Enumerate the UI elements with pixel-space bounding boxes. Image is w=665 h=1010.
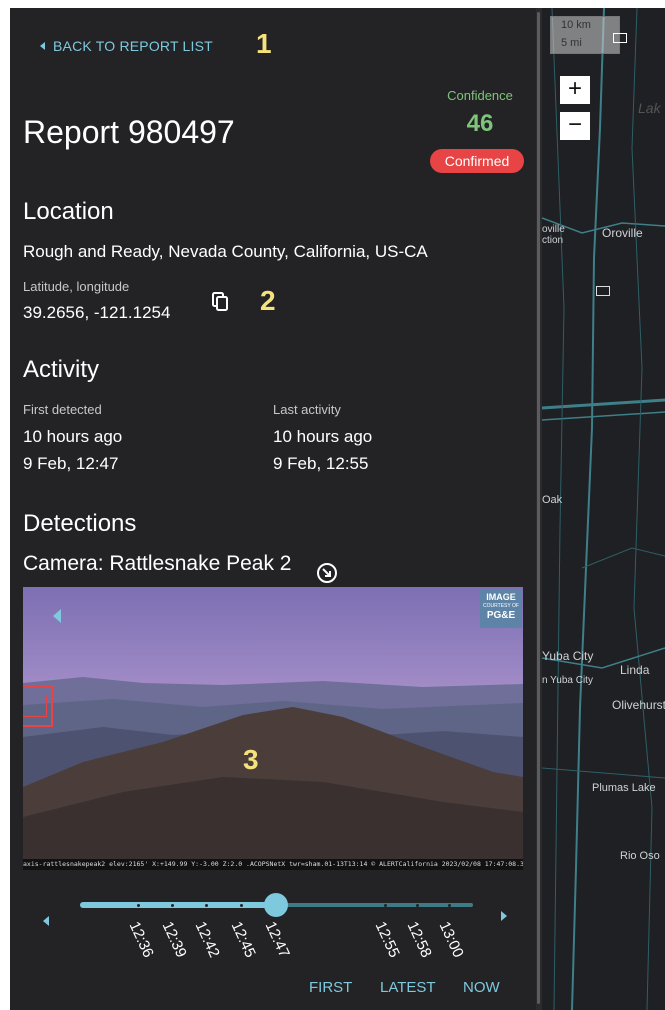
status-badge: Confirmed bbox=[430, 149, 524, 173]
first-detected-relative: 10 hours ago bbox=[23, 427, 123, 446]
pge-watermark: IMAGE COURTESY OF PG&E bbox=[480, 590, 522, 628]
first-detected-label: First detected bbox=[23, 402, 102, 417]
detection-camera-image[interactable]: IMAGE COURTESY OF PG&E axis-rattlesnakep… bbox=[23, 587, 523, 870]
timeline-label[interactable]: 12:55 bbox=[372, 919, 403, 960]
timeline-label[interactable]: 12:45 bbox=[228, 919, 259, 960]
timeline-first-button[interactable]: FIRST bbox=[309, 979, 352, 996]
map-label-rio-oso: Rio Oso bbox=[620, 850, 660, 862]
location-place: Rough and Ready, Nevada County, Californ… bbox=[23, 242, 428, 261]
map-scale: 10 km 5 mi bbox=[550, 16, 627, 54]
timeline-fill bbox=[80, 902, 275, 908]
location-heading: Location bbox=[23, 198, 114, 225]
map-label-lake: Lak bbox=[638, 100, 661, 116]
camera-marker-icon bbox=[613, 33, 627, 43]
timeline-tick bbox=[416, 904, 419, 907]
map-scale-km: 10 km bbox=[561, 19, 591, 31]
confidence-label: Confidence bbox=[447, 88, 513, 103]
timeline-label[interactable]: 12:47 bbox=[262, 919, 293, 960]
back-to-report-list-link[interactable]: BACK TO REPORT LIST bbox=[40, 38, 213, 54]
confidence-value: 46 bbox=[466, 110, 494, 137]
coords-value: 39.2656, -121.1254 bbox=[23, 303, 171, 322]
image-caption: axis-rattlesnakepeak2 elev:2165' X:+149.… bbox=[23, 859, 523, 870]
map-label-oroville: Oroville bbox=[602, 226, 643, 240]
last-activity-label: Last activity bbox=[273, 402, 341, 417]
map-view[interactable]: 10 km 5 mi + − Lak Oroville oville ction… bbox=[542, 8, 665, 1010]
timeline-label[interactable]: 12:36 bbox=[126, 919, 157, 960]
timeline-tick bbox=[384, 904, 387, 907]
timeline-label[interactable]: 12:42 bbox=[192, 919, 223, 960]
timeline-now-button[interactable]: NOW bbox=[463, 979, 500, 996]
zoom-out-button[interactable]: − bbox=[560, 112, 590, 140]
back-label: BACK TO REPORT LIST bbox=[53, 38, 213, 54]
map-label-oak: Oak bbox=[542, 494, 563, 506]
timeline-label[interactable]: 12:39 bbox=[159, 919, 190, 960]
detection-box-inner bbox=[23, 695, 47, 717]
chevron-left-icon bbox=[40, 42, 45, 50]
timeline-tick bbox=[448, 904, 451, 907]
timeline-tick bbox=[205, 904, 208, 907]
copy-icon[interactable] bbox=[210, 291, 230, 311]
annotation-marker-1: 1 bbox=[256, 28, 272, 59]
map-label-oroville-partial: oville bbox=[542, 224, 565, 235]
annotation-marker-2: 2 bbox=[260, 285, 276, 316]
map-label-plumas-lake: Plumas Lake bbox=[592, 782, 656, 794]
first-detected-time: 9 Feb, 12:47 bbox=[23, 454, 119, 473]
zoom-in-button[interactable]: + bbox=[560, 76, 590, 104]
detections-heading: Detections bbox=[23, 510, 137, 537]
map-label-south-yuba-city: n Yuba City bbox=[542, 675, 593, 686]
last-activity-time: 9 Feb, 12:55 bbox=[273, 454, 369, 473]
coords-label: Latitude, longitude bbox=[23, 279, 130, 294]
timeline-thumb[interactable] bbox=[264, 893, 288, 917]
timeline-latest-button[interactable]: LATEST bbox=[380, 979, 436, 996]
camera-marker-icon[interactable] bbox=[596, 286, 610, 296]
timeline-prev-button[interactable] bbox=[43, 916, 49, 926]
activity-heading: Activity bbox=[23, 356, 100, 383]
image-prev-arrow[interactable] bbox=[53, 609, 61, 623]
annotation-marker-3: 3 bbox=[243, 744, 259, 775]
timeline-tick bbox=[240, 904, 243, 907]
map-label-junction-partial: ction bbox=[542, 235, 564, 246]
map-label-yuba-city: Yuba City bbox=[542, 649, 594, 663]
timeline-label[interactable]: 13:00 bbox=[436, 919, 467, 960]
map-label-linda: Linda bbox=[620, 663, 650, 677]
timeline-next-button[interactable] bbox=[501, 911, 507, 921]
timeline-tick bbox=[137, 904, 140, 907]
page-title: Report 980497 bbox=[23, 114, 235, 150]
timeline-tick bbox=[171, 904, 174, 907]
report-panel: BACK TO REPORT LIST 1 Report 980497 Conf… bbox=[10, 8, 536, 1010]
timeline-label[interactable]: 12:58 bbox=[404, 919, 435, 960]
map-label-olivehurst: Olivehurst bbox=[612, 698, 665, 712]
last-activity-relative: 10 hours ago bbox=[273, 427, 373, 446]
camera-name: Camera: Rattlesnake Peak 2 bbox=[23, 552, 292, 575]
map-scale-mi: 5 mi bbox=[561, 37, 582, 49]
navigate-circle-icon[interactable] bbox=[316, 562, 338, 584]
